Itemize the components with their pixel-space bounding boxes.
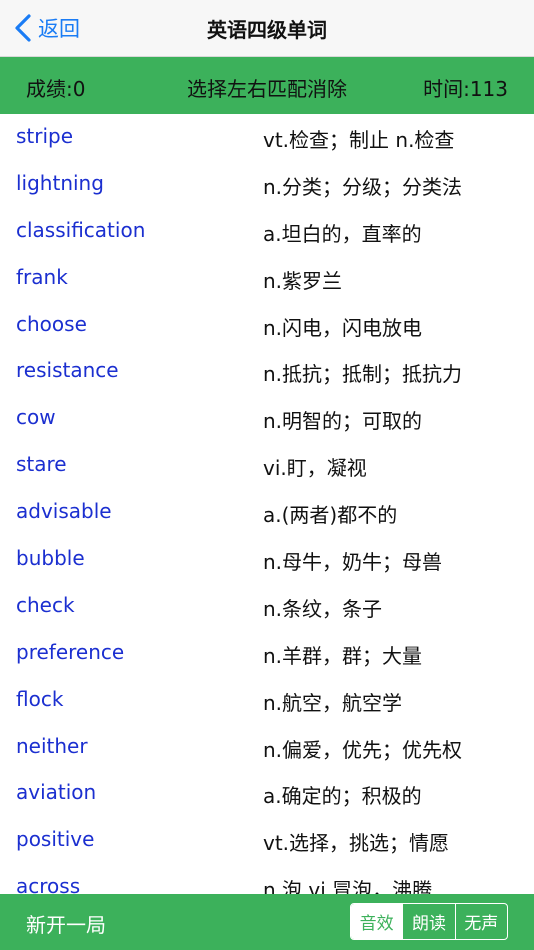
word-row: aviation a.确定的；积极的 [0,770,534,817]
sound-mode-segmented-control[interactable]: 音效 朗读 无声 [350,903,508,940]
english-word-item[interactable]: neither [16,734,88,758]
chinese-meaning-item[interactable]: n.偏爱，优先；优先权 [263,734,462,763]
timer-label: 时间:113 [423,77,508,101]
page-title: 英语四级单词 [207,18,327,42]
english-word-item[interactable]: positive [16,827,94,851]
english-word-item[interactable]: classification [16,218,145,242]
word-row: lightning n.分类；分级；分类法 [0,161,534,208]
word-row: classification a.坦白的，直率的 [0,208,534,255]
chinese-meaning-item[interactable]: vt.检查；制止 n.检查 [263,124,454,153]
word-row: stare vi.盯，凝视 [0,442,534,489]
chinese-meaning-item[interactable]: n.抵抗；抵制；抵抗力 [263,358,462,387]
word-row: cow n.明智的；可取的 [0,395,534,442]
sound-mode-option[interactable]: 音效 [351,904,403,939]
english-word-item[interactable]: frank [16,265,68,289]
word-row: positive vt.选择，挑选；情愿 [0,817,534,864]
word-row: choose n.闪电，闪电放电 [0,302,534,349]
word-row: across n.泡 vi.冒泡，沸腾 [0,864,534,894]
english-word-item[interactable]: lightning [16,171,104,195]
word-row: neither n.偏爱，优先；优先权 [0,724,534,771]
chinese-meaning-item[interactable]: a.确定的；积极的 [263,780,422,809]
word-row: check n.条纹，条子 [0,583,534,630]
word-row: stripe vt.检查；制止 n.检查 [0,114,534,161]
chinese-meaning-item[interactable]: n.航空，航空学 [263,687,402,716]
english-word-item[interactable]: advisable [16,499,112,523]
chinese-meaning-item[interactable]: n.分类；分级；分类法 [263,171,462,200]
english-word-item[interactable]: aviation [16,780,96,804]
word-row: resistance n.抵抗；抵制；抵抗力 [0,348,534,395]
english-word-item[interactable]: across [16,874,80,894]
english-word-item[interactable]: preference [16,640,124,664]
english-word-item[interactable]: stripe [16,124,73,148]
english-word-item[interactable]: stare [16,452,67,476]
chinese-meaning-item[interactable]: vt.选择，挑选；情愿 [263,827,449,856]
chinese-meaning-item[interactable]: n.紫罗兰 [263,265,342,294]
chinese-meaning-item[interactable]: a.坦白的，直率的 [263,218,422,247]
navigation-bar: 返回 英语四级单词 [0,0,534,57]
word-row: advisable a.(两者)都不的 [0,489,534,536]
word-row: frank n.紫罗兰 [0,255,534,302]
english-word-item[interactable]: flock [16,687,63,711]
chinese-meaning-item[interactable]: n.泡 vi.冒泡，沸腾 [263,874,432,894]
chinese-meaning-item[interactable]: n.明智的；可取的 [263,405,422,434]
new-game-button[interactable]: 新开一局 [26,909,106,938]
word-row: bubble n.母牛，奶牛；母兽 [0,536,534,583]
english-word-item[interactable]: choose [16,312,87,336]
english-word-item[interactable]: bubble [16,546,85,570]
word-row: preference n.羊群，群；大量 [0,630,534,677]
english-word-item[interactable]: resistance [16,358,119,382]
sound-mode-option[interactable]: 朗读 [402,904,454,939]
score-bar: 成绩:0 选择左右匹配消除 时间:113 [0,57,534,114]
english-word-item[interactable]: check [16,593,75,617]
chinese-meaning-item[interactable]: n.羊群，群；大量 [263,640,422,669]
chinese-meaning-item[interactable]: vi.盯，凝视 [263,452,367,481]
chinese-meaning-item[interactable]: n.母牛，奶牛；母兽 [263,546,442,575]
english-word-item[interactable]: cow [16,405,56,429]
bottom-bar: 新开一局 音效 朗读 无声 [0,894,534,950]
word-match-list[interactable]: stripe vt.检查；制止 n.检查 lightning n.分类；分级；分类法 c… [0,114,534,894]
chinese-meaning-item[interactable]: n.闪电，闪电放电 [263,312,422,341]
word-row: flock n.航空，航空学 [0,677,534,724]
sound-mode-option[interactable]: 无声 [454,904,507,939]
chinese-meaning-item[interactable]: n.条纹，条子 [263,593,382,622]
chinese-meaning-item[interactable]: a.(两者)都不的 [263,499,397,528]
